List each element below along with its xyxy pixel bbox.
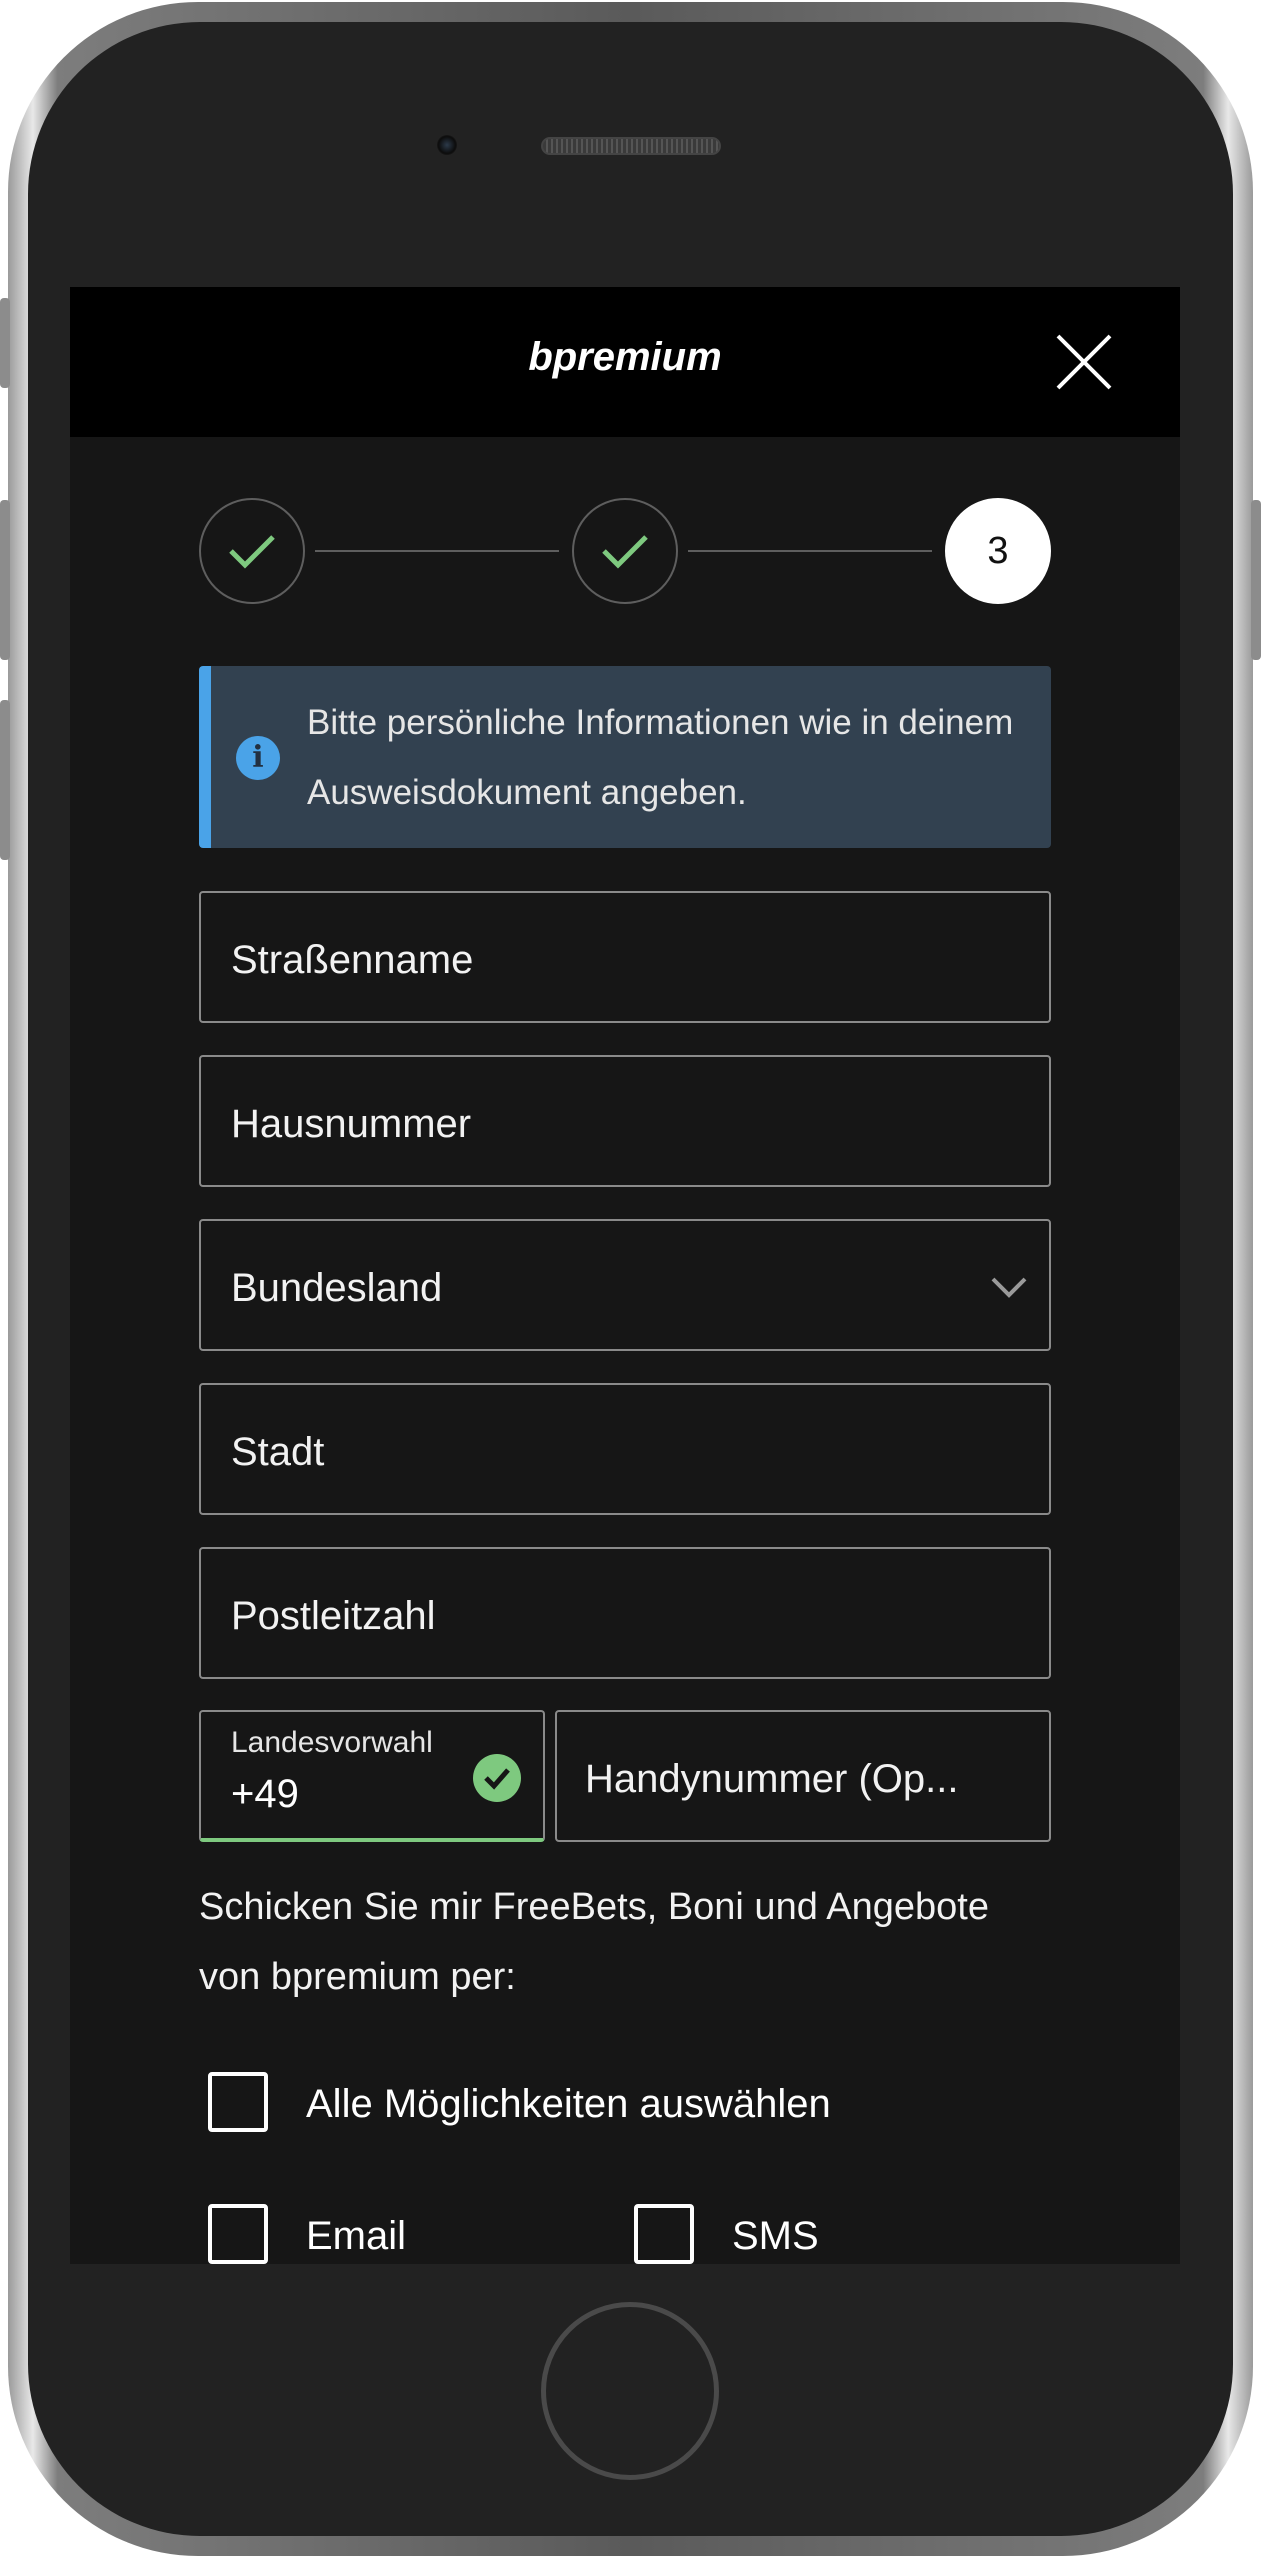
screen: bpremium 3 i Bitte persönliche Informati…	[70, 287, 1180, 2264]
select-all-label: Alle Möglichkeiten auswählen	[306, 2082, 831, 2126]
phone-power-button	[1251, 500, 1261, 660]
front-camera	[437, 135, 457, 155]
city-input[interactable]: Stadt	[199, 1383, 1051, 1515]
step-1-complete	[199, 498, 305, 604]
zip-input[interactable]: Postleitzahl	[199, 1547, 1051, 1679]
house-number-placeholder: Hausnummer	[231, 1102, 472, 1146]
close-button[interactable]	[1054, 332, 1114, 392]
phone-volume-up	[0, 500, 10, 660]
step-connector	[688, 550, 932, 552]
earpiece-speaker	[541, 137, 721, 155]
valid-check-icon	[473, 1754, 521, 1802]
house-number-input[interactable]: Hausnummer	[199, 1055, 1051, 1187]
street-input[interactable]: Straßenname	[199, 891, 1051, 1023]
state-select[interactable]: Bundesland	[199, 1219, 1051, 1351]
marketing-consent-text: Schicken Sie mir FreeBets, Boni und Ange…	[199, 1886, 990, 1998]
step-connector	[315, 550, 559, 552]
top-bar: bpremium	[70, 287, 1180, 437]
sms-label: SMS	[732, 2214, 819, 2258]
info-text: Bitte persönliche Informationen wie in d…	[307, 703, 1014, 812]
street-placeholder: Straßenname	[231, 938, 474, 982]
zip-placeholder: Postleitzahl	[231, 1594, 436, 1638]
info-banner: i Bitte persönliche Informationen wie in…	[199, 666, 1051, 848]
email-checkbox[interactable]	[208, 2204, 268, 2264]
country-code-select[interactable]: Landesvorwahl +49	[199, 1710, 545, 1842]
step-number: 3	[987, 529, 1009, 572]
info-icon: i	[236, 736, 280, 780]
check-icon	[229, 535, 275, 569]
phone-volume-down	[0, 700, 10, 860]
country-code-label: Landesvorwahl	[231, 1726, 433, 1759]
state-placeholder: Bundesland	[231, 1266, 443, 1310]
sms-checkbox[interactable]	[634, 2204, 694, 2264]
mobile-number-input[interactable]: Handynummer (Op...	[555, 1710, 1051, 1842]
country-code-value: +49	[231, 1772, 299, 1816]
brand-logo: bpremium	[528, 335, 722, 379]
step-3-current: 3	[945, 498, 1051, 604]
chevron-down-icon	[991, 1277, 1027, 1298]
home-button[interactable]	[541, 2302, 719, 2480]
city-placeholder: Stadt	[231, 1430, 325, 1474]
mobile-number-placeholder: Handynummer (Op...	[585, 1757, 959, 1801]
select-all-checkbox[interactable]	[208, 2072, 268, 2132]
email-label: Email	[306, 2214, 407, 2258]
step-2-complete	[572, 498, 678, 604]
phone-mute-switch	[0, 298, 10, 388]
check-icon	[602, 535, 648, 569]
close-icon	[1056, 334, 1112, 390]
